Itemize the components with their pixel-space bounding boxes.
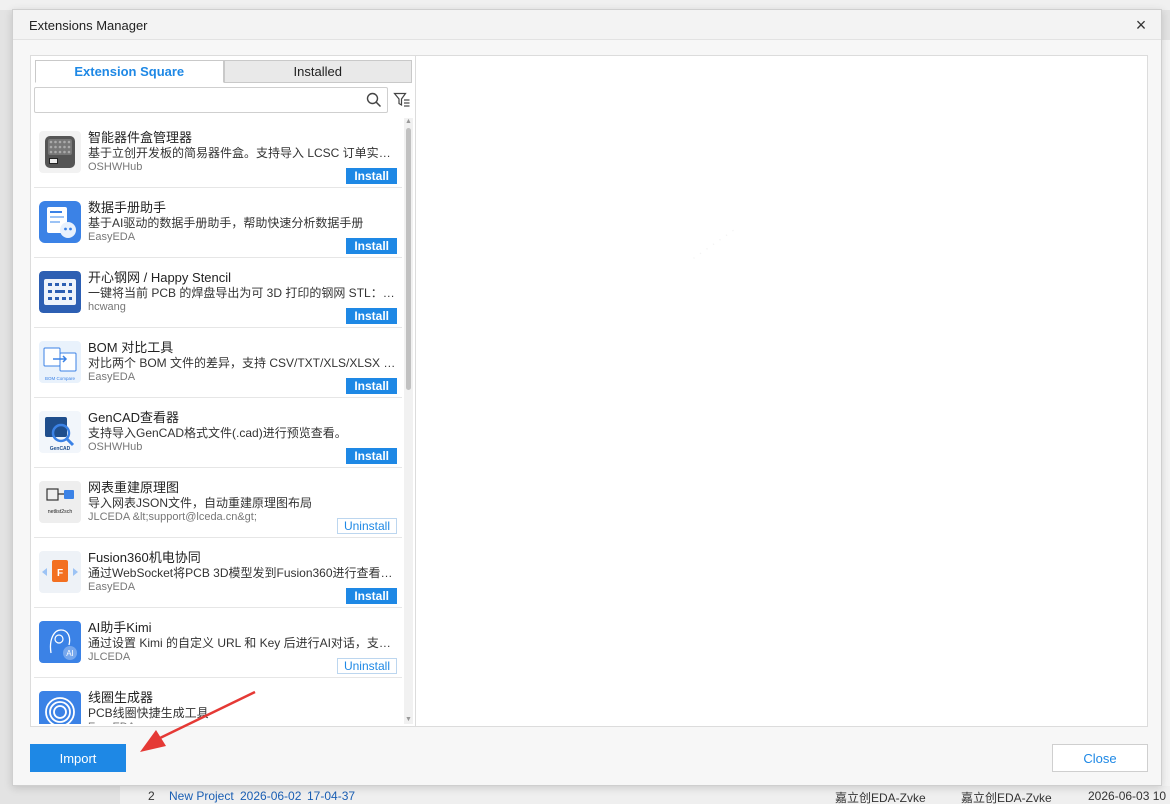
install-button[interactable]: Install [346,308,397,324]
watermark: · · · · · · · [687,222,739,265]
extension-item[interactable]: GenCAD GenCAD查看器 支持导入GenCAD格式文件(.cad)进行预览查… [34,398,402,468]
bg-row-date: 2026-06-02 [240,789,302,803]
uninstall-button[interactable]: Uninstall [336,518,397,534]
install-button[interactable]: Install [346,168,397,184]
search-row [34,87,413,113]
svg-text:F: F [57,568,63,579]
background-project-row[interactable]: 2 New Project 2026-06-02 17-04-37 嘉立创EDA… [120,786,1170,804]
close-icon[interactable]: × [1131,15,1151,35]
extension-description: 基于立创开发板的简易器件盒。支持导入 LCSC 订单实现快速入库管理 [88,146,400,160]
extension-list: 智能器件盒管理器基于立创开发板的简易器件盒。支持导入 LCSC 订单实现快速入库… [34,118,402,724]
extension-author: EasyEDA [88,581,136,593]
bg-row-project[interactable]: New Project [169,789,234,803]
scrollbar-thumb[interactable] [406,128,411,390]
stencil-thumbnail-icon [39,271,81,313]
tab-extension-square[interactable]: Extension Square [35,60,224,83]
extension-description: 通过WebSocket将PCB 3D模型发到Fusion360进行查看和协同设计 [88,566,400,580]
extension-author: EasyEDA [88,721,135,724]
extension-description: 导入网表JSON文件，自动重建原理图布局 [88,496,313,510]
netlist-thumbnail-icon: netlist2sch [39,481,81,523]
extension-tabs: Extension Square Installed [35,60,412,83]
extension-description: 支持导入GenCAD格式文件(.cad)进行预览查看。 [88,426,347,440]
extension-author: JLCEDA &lt;support@lceda.cn&gt; [88,511,257,523]
uninstall-button[interactable]: Uninstall [336,658,397,674]
install-button[interactable]: Install [346,588,397,604]
extension-description: PCB线圈快捷生成工具 [88,706,209,720]
coil-thumbnail-icon [39,691,81,724]
import-button[interactable]: Import [30,744,126,772]
search-input[interactable] [34,87,388,113]
extension-item[interactable]: 智能器件盒管理器基于立创开发板的简易器件盒。支持导入 LCSC 订单实现快速入库… [34,118,402,188]
list-scrollbar[interactable]: ▲ ▼ [404,118,413,724]
extension-author: OSHWHub [88,441,143,453]
extension-item[interactable]: BOM Compare BOM 对比工具 对比两个 BOM 文件的差异，支持 CSV… [34,328,402,398]
extension-item[interactable]: netlist2sch 网表重建原理图 导入网表JSON文件，自动重建原理图布局 JL… [34,468,402,538]
extension-author: EasyEDA [88,371,136,383]
svg-text:netlist2sch: netlist2sch [48,509,73,515]
svg-text:BOM Compare: BOM Compare [45,376,76,381]
datasheet-thumbnail-icon [39,201,81,243]
kimi-thumbnail-icon: AI [39,621,81,663]
extension-author: EasyEDA [88,231,136,243]
scroll-down-arrow-icon[interactable]: ▼ [404,716,413,724]
extension-author: hcwang [88,301,126,313]
bg-row-updated: 2026-06-03 10 [1088,789,1167,803]
dialog-titlebar: Extensions Manager × [13,10,1161,40]
dialog-title: Extensions Manager [29,18,148,33]
extension-item[interactable]: 开心钢网 / Happy Stencil 一键将当前 PCB 的焊盘导出为可 3D… [34,258,402,328]
bg-row-index: 2 [148,789,155,803]
gencad-thumbnail-icon: GenCAD [39,411,81,453]
svg-text:AI: AI [66,649,74,658]
bg-row-owner: 嘉立创EDA-Zvke [835,791,926,804]
extension-item[interactable]: 线圈生成器PCB线圈快捷生成工具EasyEDAInstall [34,678,402,724]
extension-item[interactable]: 数据手册助手 基于AI驱动的数据手册助手，帮助快速分析数据手册 EasyEDA Ins… [34,188,402,258]
extension-author: OSHWHub [88,161,143,173]
close-button[interactable]: Close [1052,744,1148,772]
tab-installed[interactable]: Installed [223,60,412,83]
dialog-content: Extension Square Installed 智能器件盒管理器 基于立创开… [30,55,1148,727]
bg-row-modifier: 嘉立创EDA-Zvke [961,791,1052,804]
extension-list-panel: Extension Square Installed 智能器件盒管理器 基于立创开… [31,56,416,726]
install-button[interactable]: Install [346,448,397,464]
bg-row-time: 17-04-37 [307,789,356,803]
install-button[interactable]: Install [346,378,397,394]
extension-author: JLCEDA [88,651,131,663]
install-button[interactable]: Install [346,238,397,254]
filter-icon[interactable] [393,91,411,109]
search-icon[interactable] [366,92,382,108]
extension-description: 基于AI驱动的数据手册助手，帮助快速分析数据手册 [88,216,364,230]
extensions-manager-dialog: Extensions Manager × Extension Square In… [12,9,1162,786]
extension-detail-panel: · · · · · · · [417,56,1147,726]
scroll-up-arrow-icon[interactable]: ▲ [404,118,413,126]
svg-text:GenCAD: GenCAD [50,446,71,452]
extension-description: 一键将当前 PCB 的焊盘导出为可 3D 打印的钢网 STL：支持多种参数 [88,286,400,300]
extension-item[interactable]: F Fusion360机电协同 通过WebSocket将PCB 3D模型发到Fusi… [34,538,402,608]
extension-description: 通过设置 Kimi 的自定义 URL 和 Key 后进行AI对话，支持多轮对话 [88,636,400,650]
fusion-thumbnail-icon: F [39,551,81,593]
bom-thumbnail-icon: BOM Compare [39,341,81,383]
background-right-strip [1162,40,1170,786]
extension-description: 对比两个 BOM 文件的差异，支持 CSV/TXT/XLS/XLSX 等多种格式 [88,356,400,370]
extension-item[interactable]: AI AI助手Kimi 通过设置 Kimi 的自定义 URL 和 Key 后进行AI… [34,608,402,678]
device-box-thumbnail-icon [39,131,81,173]
